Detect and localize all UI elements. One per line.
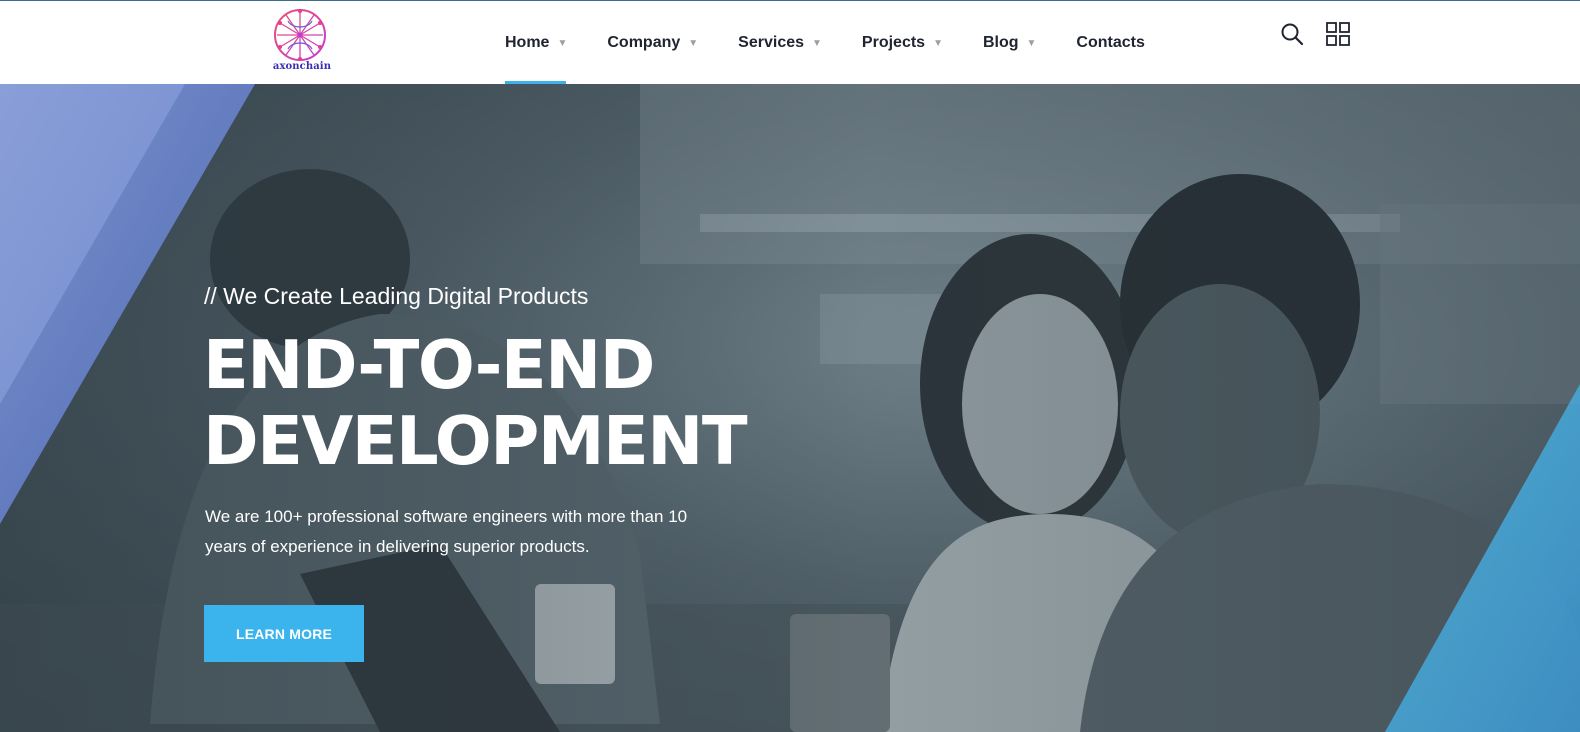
hero-title-line1: END-TO-END [203,326,655,404]
hero-title-line2: DEVELOPMENT [203,402,748,480]
nav-label: Projects [861,33,926,51]
nav-item-company[interactable]: Company ▼ [607,1,698,84]
main-nav: Home ▼ Company ▼ Services ▼ Projects ▼ B… [505,1,1145,84]
chevron-down-icon: ▼ [933,38,943,49]
nav-item-home[interactable]: Home ▼ [505,1,567,84]
chevron-down-icon: ▼ [812,38,822,49]
nav-label: Blog [982,33,1019,51]
brand-logo[interactable]: axonchain [272,5,332,75]
hero-description: We are 100+ professional software engine… [205,507,688,556]
nav-label: Services [738,33,805,51]
nav-item-blog[interactable]: Blog ▼ [983,1,1036,84]
nav-label: Contacts [1076,33,1145,51]
learn-more-button[interactable]: LEARN MORE [204,605,364,662]
chevron-down-icon: ▼ [688,38,699,49]
logo-text: axonchain [272,61,332,72]
brain-logo-icon [274,9,326,61]
grid-menu-icon[interactable] [1326,22,1350,46]
site-header: axonchain Home ▼ Company ▼ Services ▼ Pr… [0,1,1580,84]
nav-item-contacts[interactable]: Contacts [1076,1,1144,84]
nav-item-services[interactable]: Services ▼ [738,1,822,84]
hero-kicker: // We Create Leading Digital Products [204,283,589,309]
nav-item-projects[interactable]: Projects ▼ [862,1,943,84]
nav-label: Home [505,33,550,51]
search-icon[interactable] [1280,22,1304,46]
chevron-down-icon: ▼ [1026,38,1037,49]
hero-title: END-TO-END DEVELOPMENT [203,327,843,479]
nav-label: Company [607,33,681,51]
hero-section: // We Create Leading Digital Products EN… [0,84,1580,732]
chevron-down-icon: ▼ [557,38,568,49]
